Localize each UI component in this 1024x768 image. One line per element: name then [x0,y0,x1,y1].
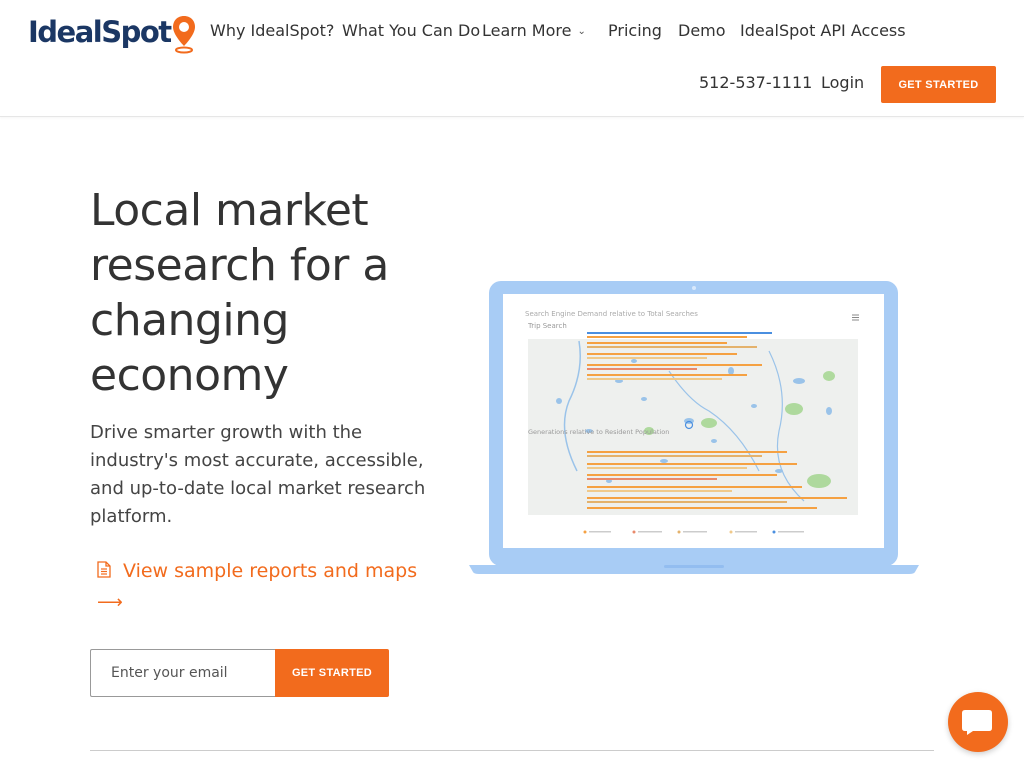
nav-learn-more[interactable]: Learn More ⌄ [482,21,586,40]
section-divider [90,750,934,751]
logo[interactable]: IdealSpot [28,10,197,54]
map-pin-icon [172,16,195,54]
screen-chart-subtitle: Trip Search [527,322,567,330]
hero-subtitle: Drive smarter growth with the industry's… [90,422,426,527]
site-header: IdealSpot Why IdealSpot? What You Can Do… [0,0,1024,117]
nav-what-you-can-do[interactable]: What You Can Do [342,21,480,40]
chevron-down-icon: ⌄ [577,26,586,37]
email-get-started-button[interactable]: GET STARTED [275,649,389,697]
laptop-illustration: Search Engine Demand relative to Total S… [469,281,919,574]
chat-widget-button[interactable] [948,692,1008,752]
login-link[interactable]: Login [821,73,864,92]
logo-text: IdealSpot [28,15,172,49]
phone-number[interactable]: 512-537-1111 [699,73,812,92]
arrow-right-icon[interactable]: ⟶ [97,592,123,613]
document-icon [97,561,111,578]
chat-bubble-icon [962,710,992,735]
nav-why-idealspot[interactable]: Why IdealSpot? [210,21,334,40]
screen-generations-title: Generations relative to Resident Populat… [528,428,669,436]
nav-learn-more-label: Learn More [482,21,572,40]
header-get-started-button[interactable]: GET STARTED [881,66,996,103]
nav-api-access[interactable]: IdealSpot API Access [740,21,906,40]
sample-reports-link[interactable]: View sample reports and maps [97,556,427,586]
nav-pricing[interactable]: Pricing [608,21,662,40]
hero-title: Local market research for a changing eco… [90,185,389,401]
email-input[interactable] [90,649,276,697]
screen-chart-title: Search Engine Demand relative to Total S… [525,310,698,318]
sample-reports-label: View sample reports and maps [123,560,418,582]
nav-demo[interactable]: Demo [678,21,726,40]
